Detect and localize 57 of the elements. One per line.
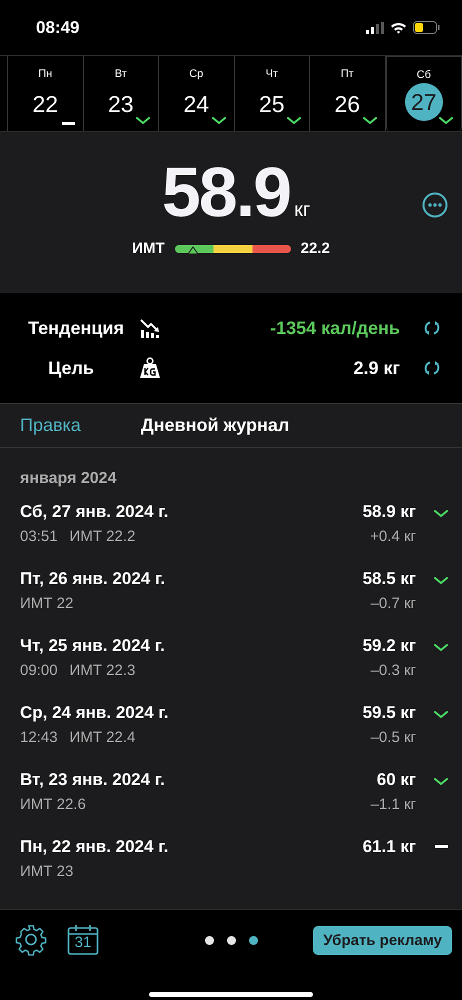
sync-button[interactable] (424, 320, 440, 336)
status-time: 08:49 (36, 18, 80, 38)
settings-button[interactable] (15, 924, 47, 956)
day-tab[interactable]: Сб 27 (386, 56, 462, 131)
bmi-value: 22.2 (300, 240, 330, 257)
calendar-button[interactable]: 31 (67, 924, 99, 956)
entry-weight: 61.1 кг (362, 837, 416, 857)
day-tab[interactable]: Чт 25 (234, 56, 310, 131)
entry-time: 09:00 (20, 662, 58, 679)
chart-down-icon (139, 318, 161, 338)
stat-value: 2.9 кг (352, 358, 400, 378)
entry-date: Пн, 22 янв. 2024 г. (20, 837, 170, 857)
entry-date: Вт, 23 янв. 2024 г. (20, 770, 166, 790)
wifi-icon (390, 22, 407, 34)
entry-date: Пт, 26 янв. 2024 г. (20, 569, 166, 589)
entry-change: –0.3 кг (370, 662, 416, 679)
signal-icon (366, 22, 384, 34)
page-dot[interactable] (204, 936, 214, 944)
entry-weight: 59.5 кг (362, 703, 416, 723)
entry-time: 03:51 (20, 528, 58, 545)
day-tab[interactable]: Пн 22 (8, 56, 84, 131)
stat-label: Цель (47, 358, 94, 378)
entry-date: Сб, 27 янв. 2024 г. (20, 502, 170, 522)
bmi-label: ИМТ (132, 240, 165, 257)
entry-bmi: ИМТ 22.2 (70, 528, 136, 545)
entry-change: –1.1 кг (370, 796, 416, 813)
weight-value: 58.9 (162, 154, 290, 230)
more-button[interactable] (422, 192, 448, 218)
entry-change: +0.4 кг (370, 528, 416, 545)
entry-date: Чт, 25 янв. 2024 г. (20, 636, 166, 656)
stat-label: Тенденция (27, 318, 124, 338)
page-dot[interactable] (248, 936, 258, 944)
entry-weight: 58.5 кг (362, 569, 416, 589)
entry-bmi: ИМТ 22 (20, 595, 74, 612)
entry-bmi: ИМТ 22.3 (70, 662, 136, 679)
page-dot[interactable] (226, 936, 236, 944)
entry-change: –0.7 кг (370, 595, 416, 612)
entry-time: 12:43 (20, 729, 58, 746)
entry-bmi: ИМТ 22.6 (20, 796, 86, 813)
entry-date: Ср, 24 янв. 2024 г. (20, 703, 170, 723)
journal-title: Дневной журнал (140, 415, 290, 436)
entry-bmi: ИМТ 22.4 (70, 729, 136, 746)
stat-value: -1354 кал/день (269, 318, 400, 338)
entry-bmi: ИМТ 23 (20, 863, 74, 880)
weight-kg-icon (139, 357, 161, 379)
entry-change: –0.5 кг (370, 729, 416, 746)
remove-ads-button[interactable]: Убрать рекламу (313, 926, 452, 954)
entry-weight: 60 кг (376, 770, 416, 790)
battery-icon (413, 21, 440, 34)
month-header: января 2024 (19, 470, 118, 488)
day-tab[interactable]: Вт 23 (84, 56, 159, 131)
day-tab[interactable]: Ср 24 (159, 56, 234, 131)
entry-weight: 59.2 кг (362, 636, 416, 656)
weight-unit: кг (294, 199, 310, 222)
sync-button[interactable] (424, 360, 440, 376)
entry-weight: 58.9 кг (362, 502, 416, 522)
edit-button[interactable]: Правка (20, 415, 81, 436)
